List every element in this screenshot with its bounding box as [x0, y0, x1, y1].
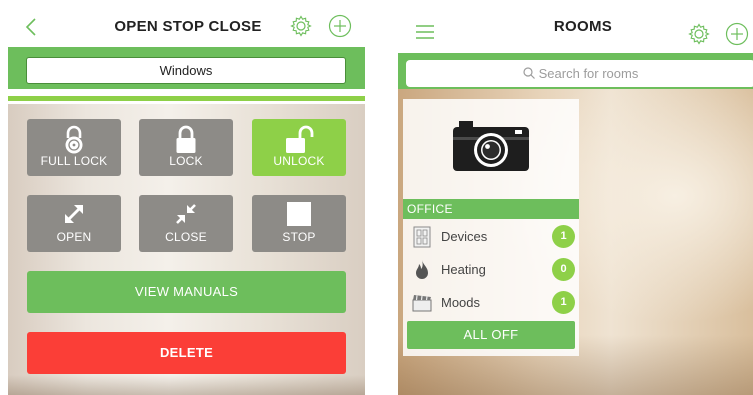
lock-button[interactable]: LOCK — [139, 119, 233, 176]
moods-label: Moods — [441, 295, 481, 310]
all-off-button[interactable]: ALL OFF — [407, 321, 575, 349]
gear-icon[interactable] — [688, 23, 710, 50]
heating-label: Heating — [441, 262, 486, 277]
view-manuals-button[interactable]: VIEW MANUALS — [27, 271, 346, 313]
header-bar: OPEN STOP CLOSE — [8, 0, 365, 53]
search-icon — [523, 67, 535, 79]
divider — [8, 96, 365, 101]
plus-circle-icon[interactable] — [725, 22, 749, 51]
open-button[interactable]: OPEN — [27, 195, 121, 252]
chevron-left-icon[interactable] — [24, 17, 38, 42]
lock-label: LOCK — [169, 154, 203, 168]
moods-count-badge: 1 — [552, 291, 575, 314]
room-name: OFFICE — [403, 199, 579, 219]
hamburger-menu-icon[interactable] — [415, 24, 435, 45]
open-label: OPEN — [56, 230, 92, 244]
page-title: OPEN STOP CLOSE — [114, 18, 262, 35]
clapperboard-icon — [412, 295, 432, 312]
expand-arrows-icon — [65, 205, 83, 223]
full-lock-button[interactable]: FULL LOCK — [27, 119, 121, 176]
lock-icon — [176, 125, 196, 153]
heating-count-badge: 0 — [552, 258, 575, 281]
full-lock-label: FULL LOCK — [40, 154, 108, 168]
unlock-icon — [286, 125, 314, 153]
page-title: ROOMS — [553, 18, 613, 35]
stop-label: STOP — [282, 230, 316, 244]
device-name-field[interactable]: Windows — [26, 57, 346, 84]
delete-button[interactable]: DELETE — [27, 332, 346, 374]
close-button[interactable]: CLOSE — [139, 195, 233, 252]
collapse-arrows-icon — [176, 204, 196, 224]
room-card[interactable]: OFFICE Devices 1 Heating 0 Moods 1 ALL O… — [403, 99, 579, 356]
stop-square-icon — [287, 202, 311, 226]
device-name-value: Windows — [159, 63, 213, 78]
plus-circle-icon[interactable] — [328, 14, 352, 43]
flame-icon — [416, 260, 428, 279]
unlock-label: UNLOCK — [273, 154, 325, 168]
room-row-heating[interactable]: Heating 0 — [403, 253, 579, 286]
unlock-button[interactable]: UNLOCK — [252, 119, 346, 176]
search-input[interactable]: Search for rooms — [406, 60, 753, 87]
device-control-screen: OPEN STOP CLOSE Windows FULL LOCK LOCK U… — [8, 0, 365, 395]
close-label: CLOSE — [165, 230, 207, 244]
room-row-devices[interactable]: Devices 1 — [403, 220, 579, 253]
padlock-icon — [65, 125, 83, 154]
room-row-moods[interactable]: Moods 1 — [403, 286, 579, 319]
search-placeholder: Search for rooms — [538, 66, 639, 81]
rooms-screen: ROOMS Search for rooms OFFICE Devices 1 … — [398, 0, 753, 395]
camera-icon — [453, 121, 529, 171]
name-bar: Windows — [8, 47, 365, 89]
devices-icon — [413, 226, 431, 248]
header-bar: ROOMS — [398, 0, 753, 53]
gear-icon[interactable] — [290, 15, 312, 42]
stop-button[interactable]: STOP — [252, 195, 346, 252]
devices-label: Devices — [441, 229, 488, 244]
devices-count-badge: 1 — [552, 225, 575, 248]
